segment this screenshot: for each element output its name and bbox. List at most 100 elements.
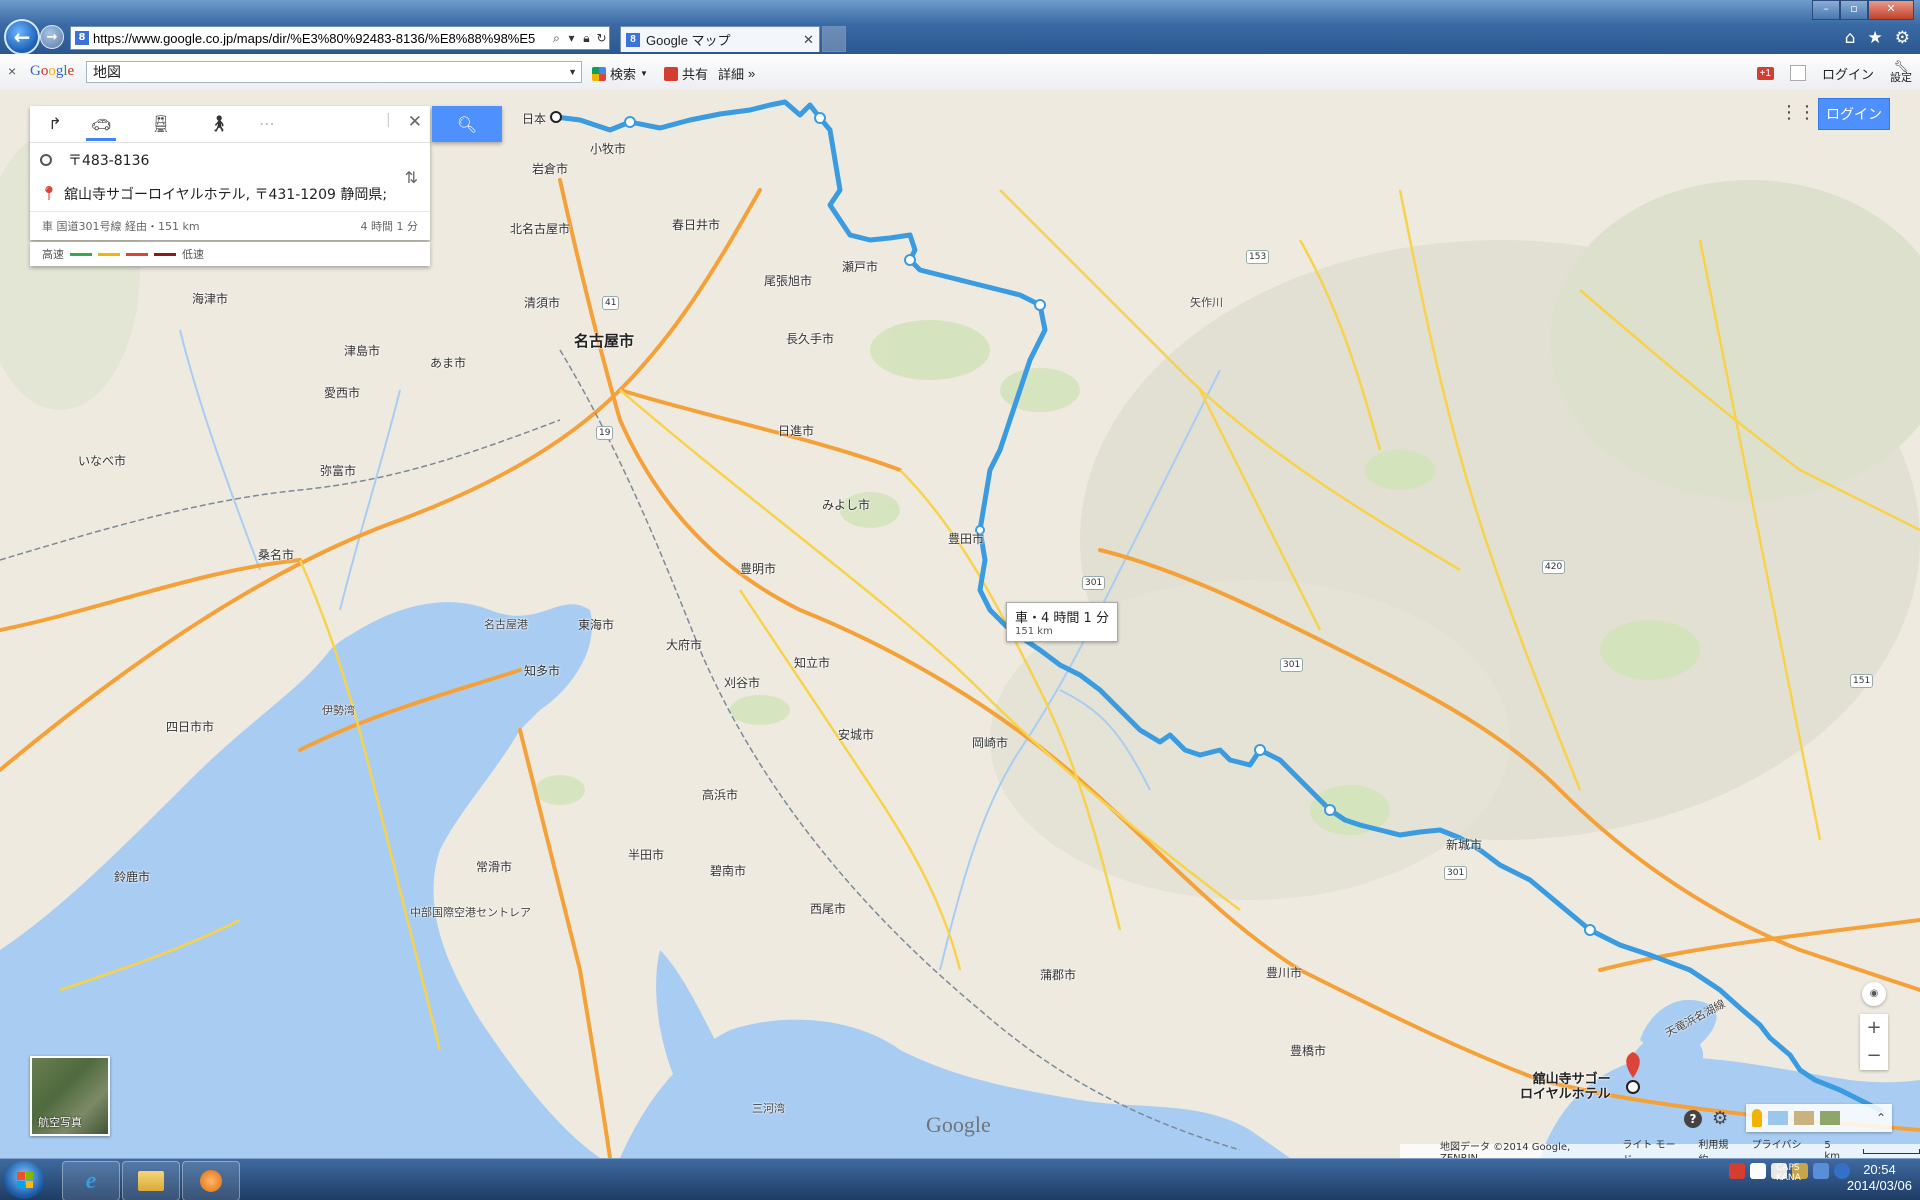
tray-icon[interactable] <box>1729 1163 1745 1179</box>
new-tab-button[interactable] <box>822 26 846 52</box>
favorites-star-icon[interactable]: ★ <box>1868 28 1883 48</box>
lite-mode-link[interactable]: ライト モード <box>1622 1136 1684 1158</box>
tab-close-icon[interactable]: ✕ <box>803 32 819 48</box>
route-shield: 41 <box>602 296 620 310</box>
traffic-segment <box>126 252 148 256</box>
destination-field[interactable]: 📍︎ 舘山寺サゴーロイヤルホテル, 〒431-1209 静岡県; <box>30 177 430 211</box>
tab-google-maps[interactable]: 8 Google マップ ✕ <box>620 26 820 52</box>
lock-icon[interactable]: 🔒︎ <box>579 31 594 46</box>
destination-pin-icon: 📍︎ <box>40 186 58 202</box>
map-label: 春日井市 <box>672 218 721 232</box>
map-label: 常滑市 <box>476 860 513 874</box>
map-label-nagoya: 名古屋市 <box>574 332 635 350</box>
search-button[interactable]: 🔍︎ <box>432 106 502 142</box>
privacy-link[interactable]: プライバシー <box>1752 1136 1811 1158</box>
clock[interactable]: 20:54 2014/03/06 <box>1847 1162 1912 1194</box>
traffic-fast-label: 高速 <box>42 248 64 261</box>
minimize-button[interactable]: – <box>1812 0 1840 20</box>
forward-arrow-icon: → <box>46 29 58 45</box>
route-tooltip[interactable]: 車・4 時間 1 分 151 km <box>1006 602 1118 642</box>
taskbar: e CAPS KANA 20:54 2014/03/06 <box>0 1158 1920 1200</box>
terms-link[interactable]: 利用規約 <box>1698 1136 1737 1158</box>
route-shield: 420 <box>1542 560 1566 574</box>
help-icon[interactable]: ? <box>1684 1110 1702 1128</box>
close-icon[interactable]: ✕ <box>408 112 422 132</box>
directions-panel: ↱ 🚗︎ 🚆︎ 🚶︎ ⋯ | ✕ 〒483-8136 📍︎ 舘山寺サゴーロイヤル… <box>30 106 430 240</box>
map-label: 長久手市 <box>786 332 835 346</box>
settings-gear-icon[interactable]: ⚙ <box>1712 1108 1728 1129</box>
origin-field[interactable]: 〒483-8136 <box>30 143 430 177</box>
forward-button[interactable]: → <box>40 25 64 49</box>
scale-bar <box>1863 1148 1920 1154</box>
media-player-icon[interactable] <box>182 1161 240 1200</box>
back-button[interactable]: ← <box>4 19 40 55</box>
address-bar[interactable]: 8 https://www.google.co.jp/maps/dir/%E3%… <box>70 26 610 50</box>
google-search-icon <box>592 66 606 81</box>
transit-mode-icon[interactable]: 🚆︎ <box>146 110 176 136</box>
ime-indicator[interactable]: CAPS KANA <box>1776 1163 1801 1183</box>
walk-mode-icon[interactable]: 🚶︎ <box>204 110 234 136</box>
internet-explorer-icon[interactable]: e <box>62 1161 120 1200</box>
login-button[interactable]: ログイン <box>1818 98 1890 130</box>
map-label: 弥富市 <box>320 464 357 478</box>
start-button[interactable] <box>4 1161 44 1199</box>
toolbar-search-input[interactable]: 地図 ▼ <box>86 61 582 83</box>
pegman-icon[interactable] <box>1752 1109 1762 1127</box>
map-label: 知立市 <box>794 656 831 670</box>
route-shield: 301 <box>1082 576 1106 590</box>
home-icon[interactable]: ⌂ <box>1845 28 1856 48</box>
chevron-up-icon[interactable]: ⌃ <box>1876 1111 1886 1125</box>
google-favicon-icon: 8 <box>626 32 640 47</box>
back-arrow-icon: ← <box>13 25 31 49</box>
destination-label[interactable]: 舘山寺サゴー ロイヤルホテル <box>1520 1072 1611 1102</box>
map-footer: 地図データ ©2014 Google, ZENRIN ライト モード 利用規約 … <box>1400 1140 1920 1158</box>
origin-value[interactable]: 〒483-8136 <box>68 150 149 170</box>
car-mode-icon[interactable]: 🚗︎ <box>86 110 116 141</box>
divider: | <box>386 112 391 128</box>
maximize-button[interactable]: ▫ <box>1840 0 1868 20</box>
chevron-down-icon[interactable]: ▼ <box>568 62 577 82</box>
scale-label: 5 km <box>1824 1140 1840 1158</box>
toolbar-settings-button[interactable]: 🔧︎ 設定 <box>1890 62 1912 84</box>
apps-grid-icon[interactable]: ⋮⋮⋮ <box>1780 102 1834 126</box>
map-label: 愛西市 <box>324 386 361 400</box>
plus-one-button[interactable]: +1 <box>1756 66 1774 80</box>
my-location-icon[interactable]: ◉ <box>1862 982 1886 1006</box>
route-shield: 153 <box>1246 250 1270 264</box>
layer-thumb[interactable] <box>1794 1111 1814 1125</box>
map-label: 半田市 <box>628 848 665 862</box>
map-label: 名古屋港 <box>484 618 528 631</box>
toolbar-more-button[interactable]: 詳細 » <box>718 64 755 83</box>
explorer-folder-icon[interactable] <box>122 1161 180 1200</box>
aerial-label: 航空写真 <box>38 1116 82 1129</box>
ime-icon[interactable] <box>1750 1163 1766 1179</box>
aerial-view-toggle[interactable]: 航空写真 <box>30 1056 110 1136</box>
map-label: 大府市 <box>666 638 703 652</box>
address-url[interactable]: https://www.google.co.jp/maps/dir/%E3%80… <box>93 31 549 46</box>
route-summary[interactable]: 車 国道301号線 経由・151 km 4 時間 1 分 <box>30 211 430 240</box>
zoom-in-button[interactable]: + <box>1860 1014 1888 1042</box>
origin-dot-icon <box>40 154 52 166</box>
clock-time: 20:54 <box>1863 1162 1896 1177</box>
toolbar-checkbox[interactable] <box>1789 65 1806 81</box>
dropdown-icon[interactable]: ▾ <box>564 31 579 45</box>
directions-icon[interactable]: ↱ <box>40 110 70 136</box>
toolbar-search-button[interactable]: 検索 ▼ <box>592 64 648 83</box>
map-label: 豊橋市 <box>1290 1044 1327 1058</box>
toolbar-login-link[interactable]: ログイン <box>1822 64 1874 83</box>
layer-thumb[interactable] <box>1820 1111 1840 1125</box>
toolbar-share-button[interactable]: 共有 <box>664 64 708 83</box>
more-modes-icon[interactable]: ⋯ <box>252 110 282 136</box>
map-label: 矢作川 <box>1190 296 1223 309</box>
toolbar-close-icon[interactable]: × <box>8 63 16 79</box>
tray-icon[interactable] <box>1813 1163 1829 1179</box>
destination-value[interactable]: 舘山寺サゴーロイヤルホテル, 〒431-1209 静岡県; <box>64 184 387 204</box>
layer-thumb[interactable] <box>1768 1111 1788 1125</box>
map-canvas[interactable]: 日本 小牧市 岩倉市 北名古屋市 春日井市 尾張旭市 瀬戸市 清須市 名古屋市 … <box>0 90 1920 1158</box>
settings-gear-icon[interactable]: ⚙ <box>1895 28 1910 48</box>
swap-icon[interactable]: ⇅ <box>405 168 418 187</box>
search-icon[interactable]: ⌕ <box>549 31 564 46</box>
zoom-out-button[interactable]: − <box>1860 1042 1888 1070</box>
refresh-icon[interactable]: ↻ <box>594 31 609 45</box>
close-window-button[interactable]: ✕ <box>1868 0 1914 20</box>
